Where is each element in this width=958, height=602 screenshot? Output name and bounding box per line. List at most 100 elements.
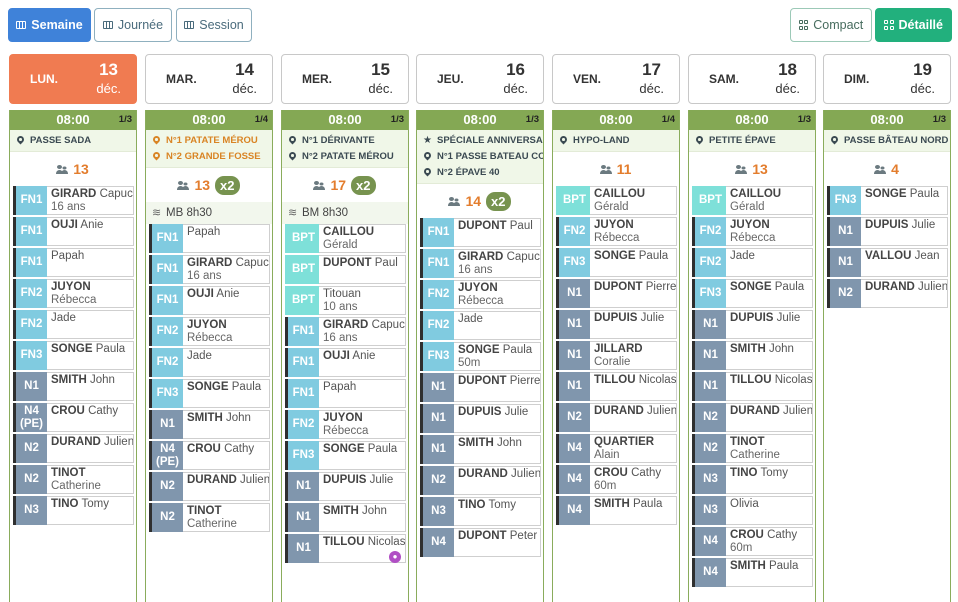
- participant-row[interactable]: N3 Olivia: [692, 496, 813, 527]
- participant-row[interactable]: N1 TILLOU Nicolas: [556, 372, 677, 403]
- participant-row[interactable]: BPT CAILLOU Gérald: [692, 186, 813, 217]
- session-card[interactable]: 08:00 1/3 PETITE ÉPAVE 13 BPT CAILLOU Gérald F…: [688, 110, 816, 602]
- participant-row[interactable]: FN2 JUYON Rébecca: [556, 217, 677, 248]
- session-card[interactable]: 08:00 1/3 PASSE BÂTEAU NORD 4 FN3 SONGE Paula…: [823, 110, 951, 602]
- participant-row[interactable]: N1 JILLARD Coralie: [556, 341, 677, 372]
- participant-row[interactable]: BPT CAILLOU Gérald: [285, 224, 406, 255]
- participant-row[interactable]: N4 CROU Cathy 60m: [692, 527, 813, 558]
- participant-row[interactable]: FN2 Jade: [13, 310, 134, 341]
- participant-row[interactable]: FN2 Jade: [149, 348, 270, 379]
- participant-row[interactable]: N1 SMITH John: [420, 435, 541, 466]
- participant-row[interactable]: FN3 SONGE Paula: [692, 279, 813, 310]
- participant-row[interactable]: N2 TINOT Catherine: [692, 434, 813, 465]
- participant-row[interactable]: FN2 JUYON Rébecca: [13, 279, 134, 310]
- participant-row[interactable]: FN1 OUJI Anie: [285, 348, 406, 379]
- day-header[interactable]: JEU. 16 déc.: [416, 54, 544, 104]
- participant-row[interactable]: N2 DURAND Julien: [420, 466, 541, 497]
- view-session-button[interactable]: Session: [176, 8, 252, 42]
- participant-row[interactable]: FN1 GIRARD Capucine 16 ans: [420, 249, 541, 280]
- participant-row[interactable]: N4 DUPONT Peter: [420, 528, 541, 559]
- participant-row[interactable]: N1 DUPONT Pierre: [556, 279, 677, 310]
- participant-row[interactable]: BPT CAILLOU Gérald: [556, 186, 677, 217]
- participant-row[interactable]: N1 SMITH John: [149, 410, 270, 441]
- pin-icon: [831, 136, 838, 146]
- participant-row[interactable]: FN3 SONGE Paula: [827, 186, 948, 217]
- last-name: SMITH: [323, 505, 359, 517]
- participant-row[interactable]: N2 DURAND Julien: [556, 403, 677, 434]
- participant-row[interactable]: N1 SMITH John: [13, 372, 134, 403]
- day-header[interactable]: VEN. 17 déc.: [552, 54, 680, 104]
- participant-row[interactable]: N1 DUPUIS Julie: [556, 310, 677, 341]
- participant-row[interactable]: BPT DUPONT Paul: [285, 255, 406, 286]
- participant-row[interactable]: FN2 JUYON Rébecca: [285, 410, 406, 441]
- participant-row[interactable]: FN1 OUJI Anie: [149, 286, 270, 317]
- day-header[interactable]: SAM. 18 déc.: [688, 54, 816, 104]
- participant-row[interactable]: N1 DUPUIS Julie: [420, 404, 541, 435]
- participant-row[interactable]: N4 CROU Cathy 60m: [556, 465, 677, 496]
- session-fraction: 1/3: [525, 114, 539, 125]
- participant-row[interactable]: FN1 Papah: [149, 224, 270, 255]
- participant-row[interactable]: N1 SMITH John: [285, 503, 406, 534]
- participant-row[interactable]: N1 TILLOU Nicolas: [692, 372, 813, 403]
- participant-row[interactable]: N4 (PE) CROU Cathy: [149, 441, 270, 472]
- last-name: DURAND: [51, 436, 101, 448]
- participant-row[interactable]: N2 TINOT Catherine: [149, 503, 270, 534]
- participant-row[interactable]: FN3 SONGE Paula: [149, 379, 270, 410]
- participant-name: SMITH Paula: [726, 558, 813, 587]
- view-week-button[interactable]: Semaine: [8, 8, 91, 42]
- first-name: Paula: [632, 498, 663, 510]
- day-header[interactable]: MER. 15 déc.: [281, 54, 409, 104]
- session-card[interactable]: 08:00 1/3 N°1 DÉRIVANTE N°2 PATATE MÉROU 17 x…: [281, 110, 409, 602]
- participant-detail: Gérald: [594, 201, 629, 213]
- day-header[interactable]: LUN. 13 déc.: [9, 54, 137, 104]
- session-card[interactable]: 08:00 1/3 ★SPÉCIALE ANNIVERSAIREN°1 PASSE …: [416, 110, 544, 602]
- participant-row[interactable]: FN3 SONGE Paula: [13, 341, 134, 372]
- participant-row[interactable]: N2 DURAND Julien: [149, 472, 270, 503]
- participant-row[interactable]: FN3 SONGE Paula: [285, 441, 406, 472]
- participant-row[interactable]: N3 TINO Tomy: [13, 496, 134, 527]
- participant-row[interactable]: N2 DURAND Julien: [692, 403, 813, 434]
- session-card[interactable]: 08:00 1/4 N°1 PATATE MÉROU N°2 GRANDE FOSSE…: [145, 110, 273, 602]
- participant-row[interactable]: N1 DUPUIS Julie: [692, 310, 813, 341]
- session-card[interactable]: 08:001/3PASSE SADA13FN1GIRARD Capucine16…: [9, 110, 137, 602]
- participant-row[interactable]: N2 TINOT Catherine: [13, 465, 134, 496]
- participant-row[interactable]: FN1 Papah: [13, 248, 134, 279]
- participant-row[interactable]: FN3 SONGE Paula: [556, 248, 677, 279]
- day-header[interactable]: MAR. 14 déc.: [145, 54, 273, 104]
- participant-row[interactable]: FN1 GIRARD Capucine 16 ans: [149, 255, 270, 286]
- participant-row[interactable]: N1 TILLOU Nicolas ●: [285, 534, 406, 565]
- participant-row[interactable]: FN2 Jade: [420, 311, 541, 342]
- session-card[interactable]: 08:00 1/4 HYPO-LAND 11 BPT CAILLOU Gérald FN2 J…: [552, 110, 680, 602]
- last-name: JUYON: [187, 319, 227, 331]
- participant-row[interactable]: BPT Titouan 10 ans: [285, 286, 406, 317]
- participant-row[interactable]: N4 QUARTIER Alain: [556, 434, 677, 465]
- participant-row[interactable]: N4 SMITH Paula: [556, 496, 677, 527]
- participant-row[interactable]: N1 DUPUIS Julie: [285, 472, 406, 503]
- participant-row[interactable]: FN1 DUPONT Paul: [420, 218, 541, 249]
- participant-row[interactable]: FN1 GIRARD Capucine 16 ans: [13, 186, 134, 217]
- participant-row[interactable]: FN2 JUYON Rébecca: [692, 217, 813, 248]
- participant-row[interactable]: FN2 JUYON Rébecca: [149, 317, 270, 348]
- level-badge: N2: [692, 434, 726, 463]
- participant-row[interactable]: FN2 JUYON Rébecca: [420, 280, 541, 311]
- mode-detailed-button[interactable]: Détaillé: [875, 8, 952, 42]
- day-header[interactable]: DIM. 19 déc.: [823, 54, 951, 104]
- participant-row[interactable]: FN3 SONGE Paula 50m: [420, 342, 541, 373]
- participant-row[interactable]: N3 TINO Tomy: [420, 497, 541, 528]
- participant-row[interactable]: N1 SMITH John: [692, 341, 813, 372]
- participant-row[interactable]: N3 TINO Tomy: [692, 465, 813, 496]
- mode-compact-button[interactable]: Compact: [790, 8, 872, 42]
- pin-icon: [289, 152, 296, 162]
- participant-row[interactable]: FN1 Papah: [285, 379, 406, 410]
- participant-row[interactable]: N4 SMITH Paula: [692, 558, 813, 589]
- participant-row[interactable]: N1 DUPONT Pierre: [420, 373, 541, 404]
- participant-row[interactable]: N2 DURAND Julien: [827, 279, 948, 310]
- participant-row[interactable]: FN1 GIRARD Capucine 16 ans: [285, 317, 406, 348]
- participant-row[interactable]: N2 DURAND Julien: [13, 434, 134, 465]
- participant-row[interactable]: N1 DUPUIS Julie: [827, 217, 948, 248]
- participant-row[interactable]: N1 VALLOU Jean: [827, 248, 948, 279]
- participant-row[interactable]: FN1 OUJI Anie: [13, 217, 134, 248]
- participant-row[interactable]: FN2 Jade: [692, 248, 813, 279]
- view-day-button[interactable]: Journée: [94, 8, 172, 42]
- participant-row[interactable]: N4 (PE) CROU Cathy: [13, 403, 134, 434]
